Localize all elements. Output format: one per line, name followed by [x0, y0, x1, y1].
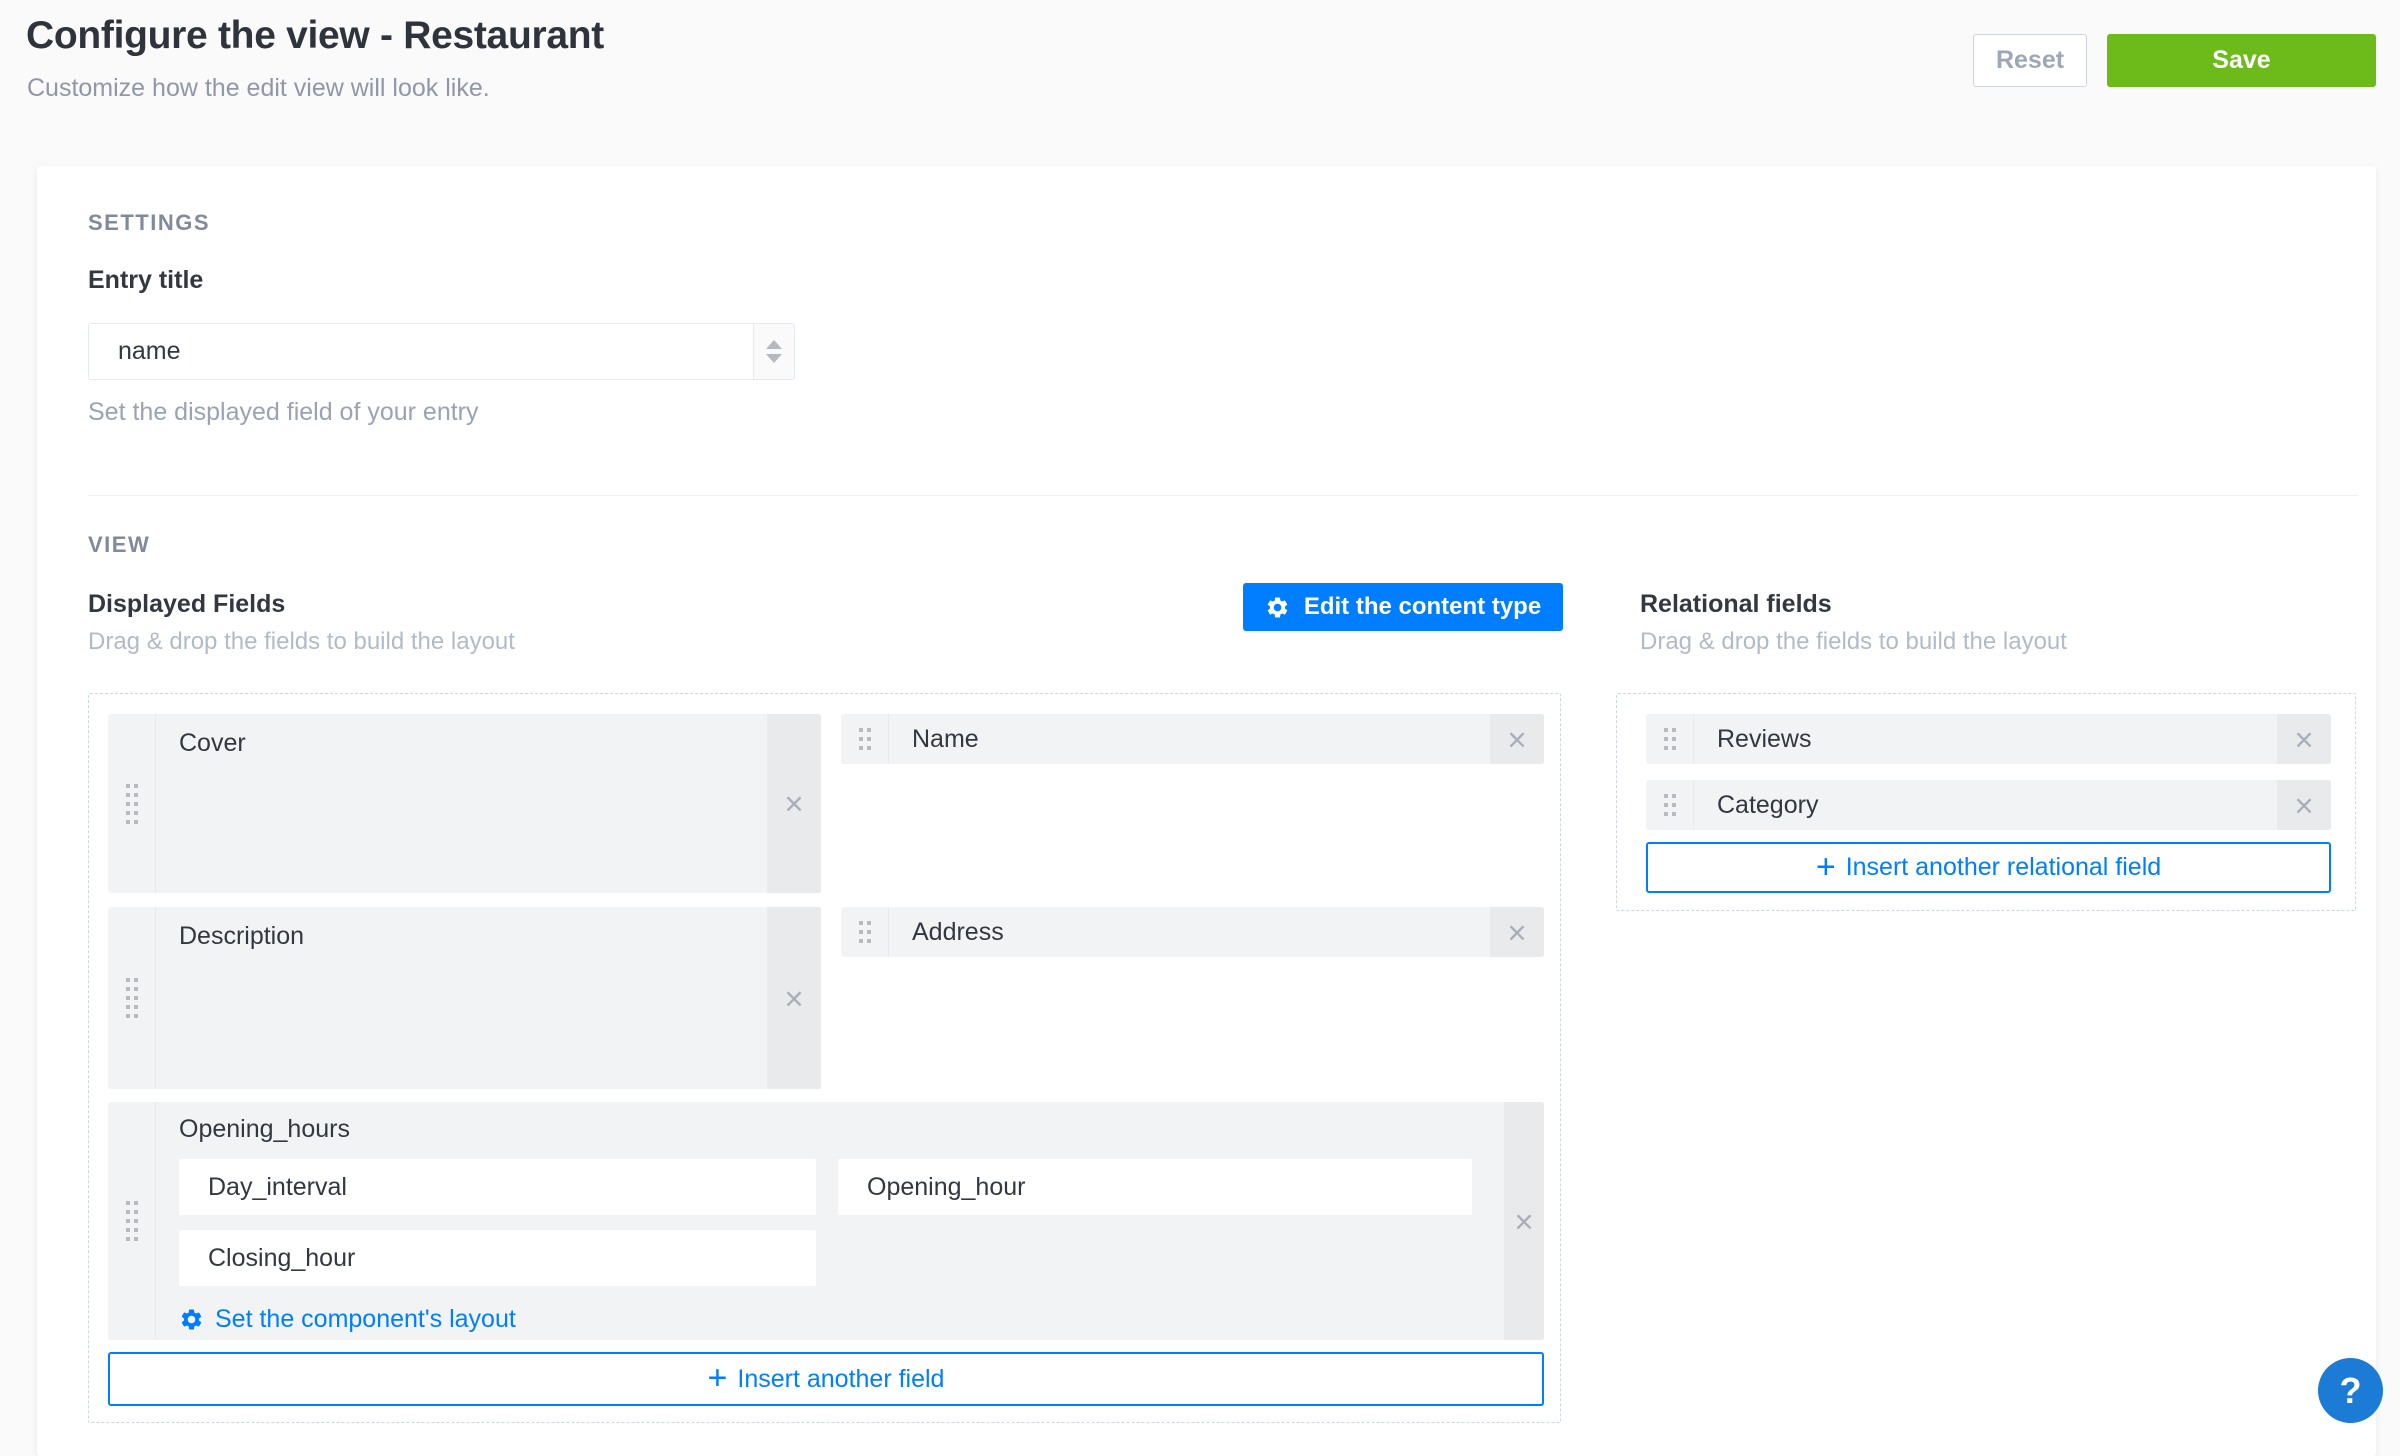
- edit-content-type-label: Edit the content type: [1304, 593, 1541, 621]
- relational-fields-title: Relational fields: [1640, 590, 1832, 619]
- displayed-fields-subtitle: Drag & drop the fields to build the layo…: [88, 628, 515, 656]
- remove-field-button[interactable]: ×: [2277, 714, 2331, 764]
- close-icon: ×: [784, 982, 803, 1015]
- entry-title-selected-value: name: [89, 337, 753, 366]
- drag-handle[interactable]: [108, 907, 156, 1089]
- reset-button[interactable]: Reset: [1973, 34, 2087, 87]
- insert-another-relational-field-button[interactable]: + Insert another relational field: [1646, 842, 2331, 893]
- entry-title-label: Entry title: [88, 266, 203, 295]
- drag-handle[interactable]: [841, 907, 889, 957]
- close-icon: ×: [1507, 723, 1526, 756]
- relational-row-reviews[interactable]: Reviews ×: [1646, 714, 2331, 764]
- insert-relational-field-label: Insert another relational field: [1846, 853, 2161, 882]
- component-body: Opening_hours Day_interval Opening_hour …: [156, 1102, 1504, 1340]
- page-subtitle: Customize how the edit view will look li…: [27, 74, 490, 103]
- configure-view-page: Configure the view - Restaurant Customiz…: [0, 0, 2400, 1439]
- save-button[interactable]: Save: [2107, 34, 2376, 87]
- field-label: Description: [156, 907, 767, 1089]
- component-field-closing-hour: Closing_hour: [179, 1230, 816, 1286]
- topbar: Configure the view - Restaurant Customiz…: [0, 0, 2400, 166]
- drag-dots-icon: [126, 1201, 130, 1205]
- insert-field-label: Insert another field: [737, 1365, 944, 1394]
- close-icon: ×: [1507, 916, 1526, 949]
- component-field-day-interval: Day_interval: [179, 1159, 816, 1215]
- close-icon: ×: [2294, 789, 2313, 822]
- remove-field-button[interactable]: ×: [1504, 1102, 1544, 1340]
- field-label: Name: [889, 714, 1490, 764]
- settings-section-label: SETTINGS: [88, 210, 210, 236]
- drag-handle[interactable]: [108, 714, 156, 893]
- drag-handle[interactable]: [841, 714, 889, 764]
- section-divider: [88, 495, 2358, 496]
- field-row-address[interactable]: Address ×: [841, 907, 1544, 957]
- field-row-cover[interactable]: Cover ×: [108, 714, 821, 893]
- drag-dots-icon: [859, 921, 863, 925]
- drag-handle[interactable]: [1646, 780, 1694, 830]
- drag-dots-icon: [126, 784, 130, 788]
- relational-row-category[interactable]: Category ×: [1646, 780, 2331, 830]
- select-stepper-icon[interactable]: [753, 324, 794, 379]
- drag-dots-icon: [859, 728, 863, 732]
- gear-icon: [1265, 595, 1290, 620]
- field-label: Address: [889, 907, 1490, 957]
- gear-icon: [179, 1307, 204, 1332]
- component-fields-row: Day_interval Opening_hour: [179, 1159, 1472, 1215]
- displayed-fields-dropzone[interactable]: Cover × Name × Description × Address ×: [88, 693, 1561, 1423]
- field-label: Reviews: [1694, 714, 2277, 764]
- drag-dots-icon: [126, 978, 130, 982]
- remove-field-button[interactable]: ×: [2277, 780, 2331, 830]
- caret-up-icon: [766, 340, 782, 349]
- remove-field-button[interactable]: ×: [1490, 907, 1544, 957]
- config-card: SETTINGS Entry title name Set the displa…: [37, 166, 2376, 1456]
- drag-dots-icon: [1664, 794, 1668, 798]
- set-component-layout-link[interactable]: Set the component's layout: [179, 1305, 516, 1334]
- view-section-label: VIEW: [88, 532, 150, 558]
- help-button[interactable]: ?: [2318, 1358, 2383, 1423]
- component-fields-row: Closing_hour: [179, 1230, 816, 1286]
- drag-handle[interactable]: [1646, 714, 1694, 764]
- page-title: Configure the view - Restaurant: [26, 14, 604, 58]
- remove-field-button[interactable]: ×: [1490, 714, 1544, 764]
- field-row-description[interactable]: Description ×: [108, 907, 821, 1089]
- component-field-opening-hour: Opening_hour: [838, 1159, 1472, 1215]
- set-component-layout-label: Set the component's layout: [215, 1305, 516, 1334]
- field-label: Cover: [156, 714, 767, 893]
- field-label: Category: [1694, 780, 2277, 830]
- relational-fields-subtitle: Drag & drop the fields to build the layo…: [1640, 628, 2067, 656]
- entry-title-helper: Set the displayed field of your entry: [88, 398, 479, 427]
- component-label: Opening_hours: [179, 1115, 350, 1144]
- field-row-name[interactable]: Name ×: [841, 714, 1544, 764]
- field-row-opening-hours-component[interactable]: Opening_hours Day_interval Opening_hour …: [108, 1102, 1544, 1340]
- entry-title-select[interactable]: name: [88, 323, 795, 380]
- relational-fields-dropzone[interactable]: Reviews × Category × + Insert another re…: [1616, 693, 2356, 911]
- caret-down-icon: [766, 354, 782, 363]
- close-icon: ×: [2294, 723, 2313, 756]
- displayed-fields-title: Displayed Fields: [88, 590, 285, 619]
- remove-field-button[interactable]: ×: [767, 714, 821, 893]
- close-icon: ×: [784, 787, 803, 820]
- remove-field-button[interactable]: ×: [767, 907, 821, 1089]
- drag-handle[interactable]: [108, 1102, 156, 1340]
- insert-another-field-button[interactable]: + Insert another field: [108, 1352, 1544, 1406]
- close-icon: ×: [1514, 1205, 1533, 1238]
- edit-content-type-button[interactable]: Edit the content type: [1243, 583, 1563, 631]
- drag-dots-icon: [1664, 728, 1668, 732]
